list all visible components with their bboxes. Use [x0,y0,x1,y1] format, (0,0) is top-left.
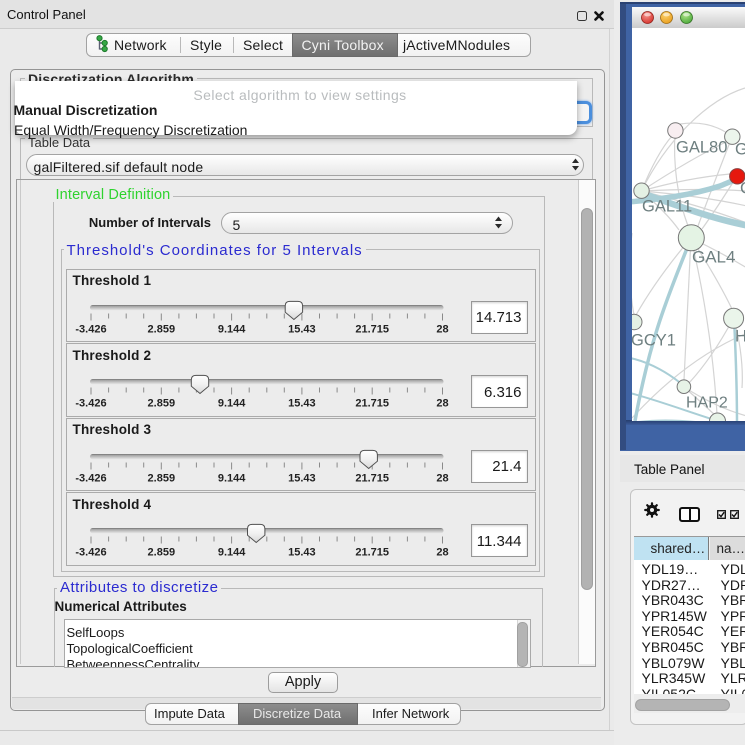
svg-text:-3.426: -3.426 [75,398,106,410]
svg-text:GCY1: GCY1 [632,331,676,349]
svg-text:2.859: 2.859 [148,472,176,484]
svg-text:28: 28 [436,472,448,484]
svg-text:2.859: 2.859 [148,547,176,559]
svg-text:2.859: 2.859 [148,398,176,410]
svg-text:H: H [735,327,745,345]
svg-text:9.144: 9.144 [218,323,246,335]
svg-text:2.859: 2.859 [148,323,176,335]
svg-text:21.715: 21.715 [355,472,389,484]
svg-text:GA: GA [735,140,745,158]
svg-text:21.715: 21.715 [355,547,389,559]
svg-text:28: 28 [436,398,448,410]
svg-text:GAL11: GAL11 [642,197,692,215]
svg-text:21.715: 21.715 [355,323,389,335]
svg-text:15.43: 15.43 [288,398,316,410]
svg-text:C: C [740,179,745,197]
svg-text:9.144: 9.144 [218,472,246,484]
svg-text:21.715: 21.715 [355,398,389,410]
svg-text:GAL80: GAL80 [676,138,727,156]
svg-text:9.144: 9.144 [218,398,246,410]
svg-text:-3.426: -3.426 [75,472,106,484]
svg-text:28: 28 [436,547,448,559]
svg-text:28: 28 [436,323,448,335]
svg-text:15.43: 15.43 [288,323,316,335]
svg-text:GAL4: GAL4 [692,247,735,266]
svg-text:15.43: 15.43 [288,547,316,559]
svg-text:-3.426: -3.426 [75,547,106,559]
svg-text:-3.426: -3.426 [75,323,106,335]
svg-text:9.144: 9.144 [218,547,246,559]
svg-text:15.43: 15.43 [288,472,316,484]
svg-text:HAP2: HAP2 [686,394,728,411]
